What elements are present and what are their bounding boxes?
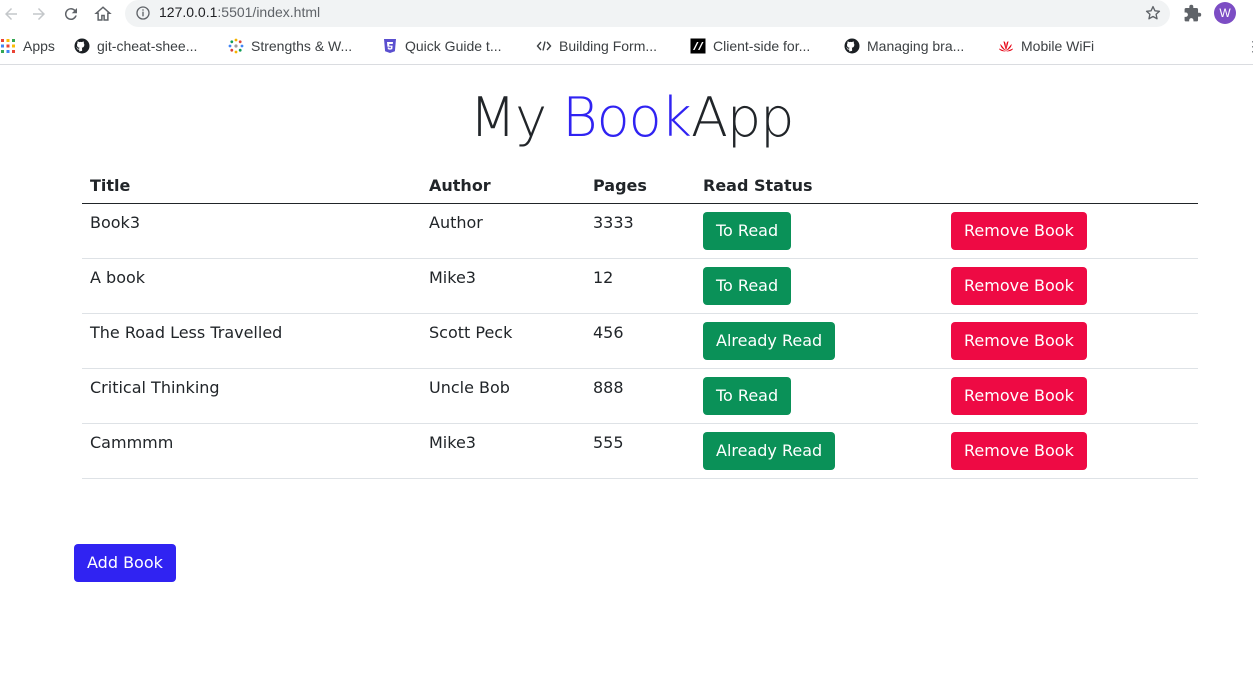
book-title: The Road Less Travelled (82, 313, 421, 369)
title-part-app: App (690, 86, 794, 149)
bookmark-strengths[interactable]: Strengths & W... (228, 37, 352, 55)
read-status-button[interactable]: To Read (703, 212, 792, 250)
bookmark-label: Strengths & W... (251, 38, 353, 54)
title-part-my: My (469, 86, 563, 149)
forward-arrow-icon[interactable] (28, 3, 50, 25)
github-icon (844, 38, 860, 54)
add-book-button[interactable]: Add Book (74, 544, 176, 582)
huawei-icon (998, 38, 1014, 54)
status-cell: To Read (695, 203, 943, 259)
remove-book-button[interactable]: Remove Book (951, 432, 1087, 470)
book-pages: 456 (585, 313, 695, 369)
bookmark-quick-guide[interactable]: Quick Guide t... (382, 37, 501, 55)
mdn-icon (690, 38, 706, 54)
bookmark-client-side[interactable]: Client-side for... (690, 37, 810, 55)
url-text[interactable]: 127.0.0.1:5501/index.html (159, 4, 320, 20)
table-header-row: Title Author Pages Read Status (82, 165, 1198, 204)
dots-circle-icon (228, 38, 244, 54)
book-title: Cammmm (82, 423, 421, 479)
read-status-button[interactable]: Already Read (703, 432, 836, 470)
bookmarks-bar: Apps git-cheat-shee... Strengths & W... … (0, 28, 1253, 65)
read-status-button[interactable]: To Read (703, 377, 792, 415)
address-bar[interactable]: 127.0.0.1:5501/index.html (125, 0, 1170, 27)
remove-cell: Remove Book (943, 258, 1198, 314)
remove-cell: Remove Book (943, 313, 1198, 369)
table-row: The Road Less Travelled Scott Peck 456 A… (82, 313, 1198, 369)
home-icon[interactable] (92, 3, 114, 25)
bookmark-label: git-cheat-shee... (97, 38, 198, 54)
remove-book-button[interactable]: Remove Book (951, 267, 1087, 305)
book-author: Mike3 (421, 423, 585, 479)
bookmark-label: Apps (23, 38, 55, 54)
header-pages: Pages (585, 165, 695, 204)
read-status-button[interactable]: Already Read (703, 322, 836, 360)
more-bookmarks-icon[interactable]: ⋮ (1246, 38, 1253, 54)
remove-book-button[interactable]: Remove Book (951, 212, 1087, 250)
bookmark-mobile-wifi[interactable]: Mobile WiFi (998, 37, 1094, 55)
book-pages: 3333 (585, 203, 695, 259)
table-row: Book3 Author 3333 To Read Remove Book (82, 203, 1198, 259)
bookmark-label: Client-side for... (713, 38, 811, 54)
remove-cell: Remove Book (943, 368, 1198, 424)
apps-grid-icon (0, 38, 16, 54)
html5-icon (382, 38, 398, 54)
table-row: Cammmm Mike3 555 Already Read Remove Boo… (82, 423, 1198, 479)
bookmark-label: Quick Guide t... (405, 38, 502, 54)
book-author: Uncle Bob (421, 368, 585, 424)
book-pages: 12 (585, 258, 695, 314)
github-icon (74, 38, 90, 54)
bookmark-building-forms[interactable]: Building Form... (536, 37, 657, 55)
status-cell: Already Read (695, 313, 943, 369)
header-read-status: Read Status (695, 165, 943, 204)
book-title: Critical Thinking (82, 368, 421, 424)
reload-icon[interactable] (60, 3, 82, 25)
remove-cell: Remove Book (943, 423, 1198, 479)
code-icon (536, 38, 552, 54)
bookmark-apps[interactable]: Apps (0, 37, 55, 55)
header-title: Title (82, 165, 421, 204)
table-row: Critical Thinking Uncle Bob 888 To Read … (82, 368, 1198, 424)
read-status-button[interactable]: To Read (703, 267, 792, 305)
bookmark-managing-branches[interactable]: Managing bra... (844, 37, 964, 55)
bookmark-star-icon[interactable] (1144, 4, 1162, 22)
bookmark-label: Building Form... (559, 38, 658, 54)
book-author: Scott Peck (421, 313, 585, 369)
bookmark-label: Mobile WiFi (1021, 38, 1095, 54)
profile-avatar[interactable]: W (1214, 2, 1236, 24)
book-author: Mike3 (421, 258, 585, 314)
book-author: Author (421, 203, 585, 259)
status-cell: To Read (695, 368, 943, 424)
remove-book-button[interactable]: Remove Book (951, 377, 1087, 415)
extensions-puzzle-icon[interactable] (1183, 4, 1202, 23)
remove-cell: Remove Book (943, 203, 1198, 259)
bookmark-git-cheat-sheet[interactable]: git-cheat-shee... (74, 37, 197, 55)
status-cell: To Read (695, 258, 943, 314)
page-title: My BookApp (0, 88, 1253, 147)
book-pages: 555 (585, 423, 695, 479)
info-icon[interactable] (135, 5, 151, 21)
header-actions (943, 165, 1198, 204)
book-title: A book (82, 258, 421, 314)
header-author: Author (421, 165, 585, 204)
remove-book-button[interactable]: Remove Book (951, 322, 1087, 360)
status-cell: Already Read (695, 423, 943, 479)
browser-toolbar: 127.0.0.1:5501/index.html W (0, 0, 1253, 28)
books-table: Title Author Pages Read Status Book3 Aut… (82, 165, 1198, 479)
table-row: A book Mike3 12 To Read Remove Book (82, 258, 1198, 314)
bookmark-label: Managing bra... (867, 38, 965, 54)
book-title: Book3 (82, 203, 421, 259)
book-pages: 888 (585, 368, 695, 424)
title-accent-book: Book (562, 86, 692, 149)
back-arrow-icon[interactable] (0, 3, 22, 25)
